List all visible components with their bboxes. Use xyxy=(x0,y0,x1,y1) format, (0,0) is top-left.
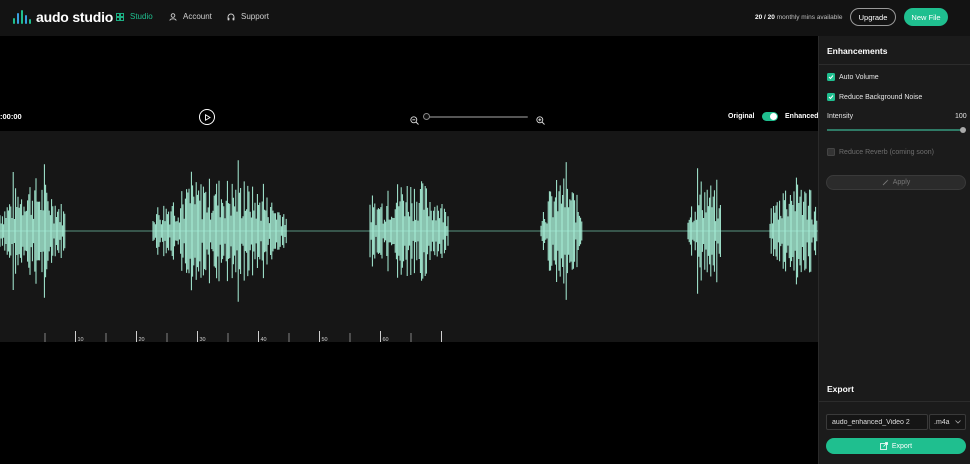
headphones-icon xyxy=(227,13,235,21)
nav-support-label: Support xyxy=(241,12,270,21)
zoom-slider[interactable] xyxy=(423,113,528,120)
usage-text: 20 / 20 monthly mins available xyxy=(755,14,842,21)
original-label: Original xyxy=(728,113,755,120)
intensity-label: Intensity xyxy=(827,113,854,120)
waveform[interactable]: 10 20 30 40 50 60 xyxy=(0,131,818,342)
intensity-value: 100 xyxy=(955,113,967,120)
apply-label: Apply xyxy=(892,179,911,186)
top-bar: audo studio Studio Account Support 20 / … xyxy=(0,0,970,36)
nav-account-label: Account xyxy=(183,12,212,21)
export-button[interactable]: Export xyxy=(826,438,966,454)
reduce-noise-checkbox[interactable] xyxy=(827,93,835,101)
zoom-slider-handle[interactable] xyxy=(423,113,430,120)
user-icon xyxy=(169,12,177,21)
export-icon xyxy=(879,442,888,450)
nav-studio[interactable]: Studio xyxy=(116,12,153,21)
reduce-noise-option[interactable]: Reduce Background Noise xyxy=(827,93,922,101)
timeline-tick-label: 40 xyxy=(261,337,267,342)
check-icon xyxy=(828,75,834,80)
auto-volume-label: Auto Volume xyxy=(839,73,879,81)
zoom-in-icon[interactable] xyxy=(536,112,545,130)
check-icon xyxy=(828,95,834,100)
filename-input[interactable] xyxy=(826,414,928,430)
waveform-panel[interactable]: 10 20 30 40 50 60 xyxy=(0,131,818,342)
timeline-tick-label: 30 xyxy=(200,337,206,342)
auto-volume-option[interactable]: Auto Volume xyxy=(827,73,879,81)
upgrade-button[interactable]: Upgrade xyxy=(850,8,896,26)
timecode: :00:00 xyxy=(0,112,22,121)
chevron-down-icon xyxy=(954,419,961,426)
logo-text: audo studio xyxy=(36,9,114,25)
auto-volume-checkbox[interactable] xyxy=(827,73,835,81)
apply-button: Apply xyxy=(826,175,966,190)
right-sidebar: Enhancements Auto Volume Reduce Backgrou… xyxy=(818,36,970,464)
timeline-tick-label: 10 xyxy=(78,337,84,342)
enhanced-label: Enhanced xyxy=(785,113,819,120)
logo-icon xyxy=(13,10,31,24)
usage-count: 20 / 20 xyxy=(755,14,775,21)
export-title: Export xyxy=(819,374,970,402)
format-value: .m4a xyxy=(934,418,950,426)
reduce-noise-label: Reduce Background Noise xyxy=(839,93,923,101)
timeline-tick-label: 50 xyxy=(322,337,328,342)
export-label: Export xyxy=(891,442,913,450)
reduce-reverb-checkbox xyxy=(827,148,835,156)
reduce-reverb-option: Reduce Reverb (coming soon) xyxy=(827,148,934,156)
reduce-reverb-label: Reduce Reverb (coming soon) xyxy=(839,148,934,156)
magic-wand-icon xyxy=(882,179,889,186)
nav-studio-label: Studio xyxy=(130,12,153,21)
nav-account[interactable]: Account xyxy=(169,12,212,21)
format-select[interactable]: .m4a xyxy=(929,414,966,430)
grid-icon xyxy=(116,12,124,21)
enhanced-toggle[interactable] xyxy=(762,112,778,121)
play-button[interactable] xyxy=(199,109,215,125)
enhancements-title: Enhancements xyxy=(819,36,970,65)
nav-support[interactable]: Support xyxy=(227,12,269,21)
play-icon xyxy=(204,113,211,121)
timeline-tick-label: 60 xyxy=(383,337,389,342)
logo[interactable]: audo studio xyxy=(13,9,113,25)
timeline-tick-label: 20 xyxy=(139,337,145,342)
intensity-slider-handle[interactable] xyxy=(960,127,966,133)
intensity-slider-fill xyxy=(827,129,965,131)
zoom-out-icon[interactable] xyxy=(410,112,419,130)
intensity-slider[interactable] xyxy=(827,127,966,133)
new-file-button[interactable]: New File xyxy=(904,8,948,26)
usage-suffix: monthly mins available xyxy=(776,14,843,21)
